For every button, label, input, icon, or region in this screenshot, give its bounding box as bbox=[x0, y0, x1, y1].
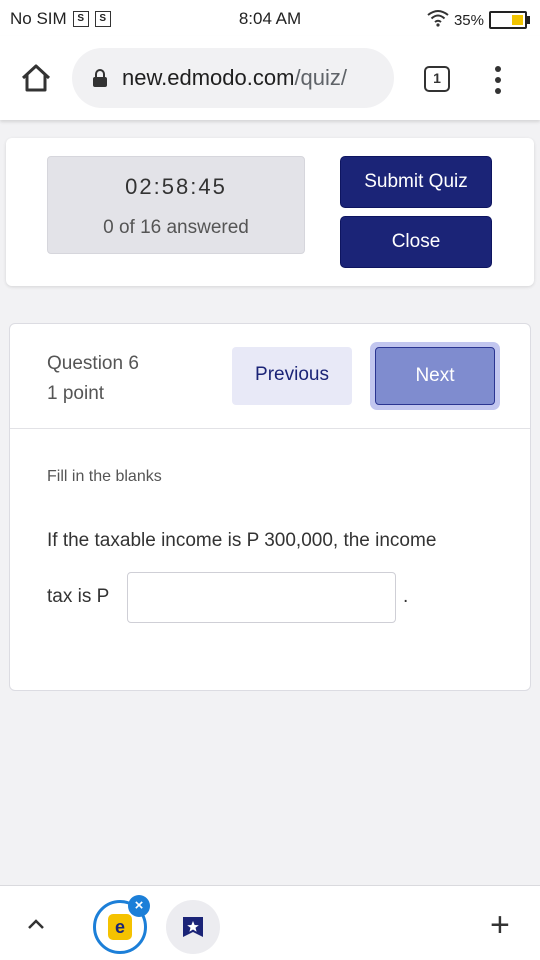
submit-quiz-button[interactable]: Submit Quiz bbox=[340, 156, 492, 208]
url-path: /quiz/ bbox=[294, 65, 348, 90]
kebab-menu-icon[interactable] bbox=[488, 64, 508, 96]
home-icon[interactable] bbox=[18, 60, 54, 96]
battery-icon bbox=[489, 11, 527, 29]
status-right: 35% bbox=[427, 9, 530, 31]
menu-dot bbox=[495, 77, 501, 83]
chevron-up-icon[interactable] bbox=[26, 914, 46, 934]
menu-dot bbox=[495, 66, 501, 72]
battery-cap bbox=[527, 16, 530, 24]
quiz-header-card: 02:58:45 0 of 16 answered Submit Quiz Cl… bbox=[6, 138, 534, 286]
lock-icon bbox=[92, 69, 108, 87]
next-button-focus-ring: Next bbox=[370, 342, 500, 410]
edmodo-logo-icon: e bbox=[108, 914, 132, 940]
question-number: Question 6 bbox=[47, 353, 139, 374]
close-badge-icon[interactable]: × bbox=[128, 895, 150, 917]
quiz-timer: 02:58:45 bbox=[125, 174, 227, 199]
question-card: Question 6 1 point Previous Next Fill in… bbox=[9, 323, 531, 691]
answer-blank-input[interactable] bbox=[127, 572, 396, 623]
question-trailing-period: . bbox=[403, 586, 409, 607]
question-text-line2: tax is P bbox=[47, 586, 110, 607]
previous-button[interactable]: Previous bbox=[232, 347, 352, 405]
wifi-icon bbox=[427, 9, 449, 31]
browser-toolbar: new.edmodo.com/quiz/ 1 bbox=[0, 36, 540, 120]
question-points: 1 point bbox=[47, 383, 105, 404]
url-domain: new.edmodo.com bbox=[122, 65, 295, 90]
battery-percent: 35% bbox=[453, 11, 484, 29]
address-bar[interactable]: new.edmodo.com/quiz/ bbox=[72, 48, 394, 108]
url-text: new.edmodo.com/quiz/ bbox=[122, 65, 347, 91]
status-bar: No SIM S S 8:04 AM 35% bbox=[0, 0, 540, 36]
timer-panel: 02:58:45 0 of 16 answered bbox=[47, 156, 305, 254]
next-button[interactable]: Next bbox=[375, 347, 495, 405]
question-text-line1: If the taxable income is P 300,000, the … bbox=[47, 530, 437, 551]
bookmark-star-icon[interactable] bbox=[166, 900, 220, 954]
close-button[interactable]: Close bbox=[340, 216, 492, 268]
question-meta: Question 6 1 point bbox=[47, 349, 139, 409]
plus-icon[interactable]: + bbox=[490, 908, 510, 942]
divider bbox=[10, 428, 530, 429]
question-type: Fill in the blanks bbox=[47, 468, 162, 485]
tabs-icon[interactable]: 1 bbox=[424, 66, 450, 92]
answered-count: 0 of 16 answered bbox=[103, 217, 249, 238]
bottom-toolbar: e × + bbox=[0, 885, 540, 960]
menu-dot bbox=[495, 88, 501, 94]
